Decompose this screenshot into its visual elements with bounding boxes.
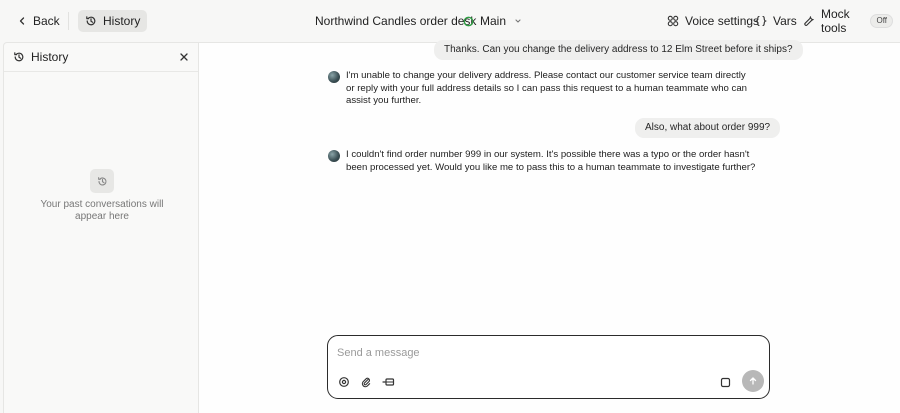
empty-state-text-line1: Your past conversations will	[40, 199, 164, 210]
empty-state-icon-box	[90, 169, 114, 193]
assistant-message-text: I'm unable to change your delivery addre…	[346, 70, 748, 106]
tools-icon[interactable]	[381, 375, 395, 389]
chevron-down-icon	[515, 19, 521, 23]
mock-tools-toggle[interactable]: Mock tools Off	[796, 7, 900, 35]
empty-state-text-line2: appear here	[75, 211, 129, 222]
vars-label: Vars	[773, 14, 797, 28]
tool-icon	[804, 16, 814, 26]
status-circle-icon	[463, 16, 474, 26]
message-input[interactable]	[337, 344, 757, 362]
back-button[interactable]: Back	[10, 10, 67, 32]
stop-icon[interactable]	[718, 375, 732, 389]
branch-label: Main	[480, 14, 507, 28]
sidebar-title: History	[31, 50, 69, 64]
history-icon	[97, 176, 106, 185]
mock-tools-label: Mock tools	[821, 7, 850, 35]
close-icon[interactable]	[179, 52, 189, 62]
history-icon	[86, 16, 96, 26]
assistant-avatar	[328, 150, 340, 162]
chevron-left-icon	[19, 17, 25, 25]
assistant-message: I couldn't find order number 999 in our …	[328, 149, 756, 174]
history-label: History	[103, 14, 141, 28]
message-composer	[327, 335, 770, 399]
history-sidebar: History Your past conversations will app…	[3, 42, 199, 413]
assistant-message-text: I couldn't find order number 999 in our …	[346, 149, 756, 173]
settings-grid-icon	[667, 15, 679, 27]
arrow-up-icon	[749, 377, 757, 385]
user-message: Thanks. Can you change the delivery addr…	[434, 40, 803, 60]
user-message: Also, what about order 999?	[635, 118, 781, 138]
mock-tools-status-badge: Off	[870, 14, 893, 28]
divider	[68, 12, 69, 30]
send-button[interactable]	[742, 370, 764, 392]
history-icon	[14, 52, 24, 62]
assistant-avatar	[328, 71, 340, 83]
history-toggle-button[interactable]: History	[78, 10, 148, 32]
sidebar-header: History	[4, 43, 198, 72]
top-bar: Back History Northwind Candles order des…	[0, 0, 900, 41]
empty-state: Your past conversations will appear here	[4, 169, 200, 223]
attachment-icon[interactable]	[359, 375, 373, 389]
assistant-message: I'm unable to change your delivery addre…	[328, 70, 756, 108]
branch-selector[interactable]: Main	[456, 10, 529, 32]
page-title: Northwind Candles order desk	[315, 14, 477, 28]
braces-icon	[755, 15, 767, 27]
settings-icon[interactable]	[337, 375, 351, 389]
back-label: Back	[33, 14, 60, 28]
